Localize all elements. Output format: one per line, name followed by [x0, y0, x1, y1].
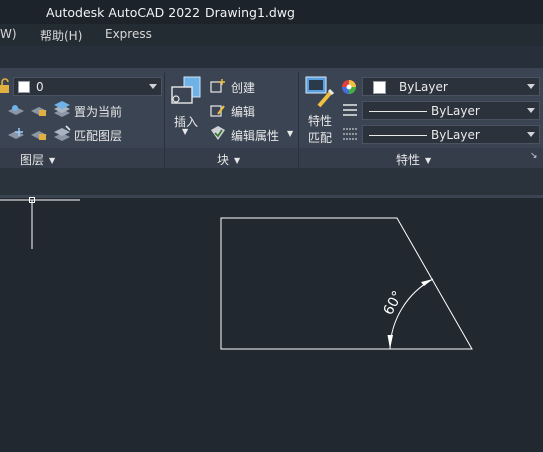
insert-block-icon[interactable]	[170, 75, 204, 109]
caret-down-icon: ▼	[234, 156, 241, 165]
lineweight-preview	[369, 135, 427, 136]
layer-color-swatch	[18, 81, 30, 93]
title-bar: Autodesk AutoCAD 2022 Drawing1.dwg	[0, 0, 543, 24]
lineweight-icon	[343, 128, 357, 140]
app-title: Autodesk AutoCAD 2022	[46, 5, 201, 20]
menu-bar: W) 帮助(H) Express	[0, 24, 543, 46]
linetype-preview	[369, 111, 427, 112]
linetype-value: ByLayer	[431, 104, 480, 118]
edit-attributes-button[interactable]: 编辑属性	[231, 127, 279, 144]
lineweight-dropdown[interactable]: ByLayer	[362, 125, 540, 144]
caret-down-icon: ▼	[49, 156, 56, 165]
chevron-down-icon	[527, 84, 535, 89]
chevron-down-icon	[527, 108, 535, 113]
properties-panel-title[interactable]: 特性 ▼	[396, 151, 431, 168]
color-dropdown[interactable]: ByLayer	[362, 77, 540, 96]
panel-separator	[298, 72, 299, 168]
color-value: ByLayer	[399, 80, 448, 94]
edit-attributes-caret-icon[interactable]: ▼	[287, 129, 293, 138]
set-current-layer-icon[interactable]	[53, 101, 71, 118]
create-block-icon[interactable]	[210, 78, 226, 94]
layer-unlock-icon[interactable]	[30, 126, 48, 142]
layer-lock-icon	[0, 78, 9, 93]
block-panel-title-text: 块	[217, 153, 230, 167]
drawing-geometry: 60°	[0, 197, 473, 350]
caret-down-icon: ▼	[425, 156, 432, 165]
properties-panel-title-text: 特性	[396, 153, 421, 167]
layer-freeze-icon[interactable]	[7, 126, 25, 142]
layers-panel-title[interactable]: 图层 ▼	[20, 151, 55, 168]
color-swatch	[373, 81, 386, 94]
angle-dimension-text: 60°	[381, 288, 407, 317]
linetype-icon	[343, 104, 357, 116]
dimension-arrow-bottom	[387, 335, 393, 349]
menu-item-window[interactable]: W)	[0, 27, 17, 41]
edit-block-icon[interactable]	[210, 102, 226, 118]
match-properties-icon[interactable]	[305, 76, 335, 108]
set-current-layer-button[interactable]: 置为当前	[74, 103, 122, 120]
layer-isolate-icon[interactable]	[7, 102, 25, 118]
menu-item-express[interactable]: Express	[105, 27, 152, 41]
create-block-button[interactable]: 创建	[231, 79, 255, 96]
match-properties-label-line1[interactable]: 特性	[308, 112, 332, 129]
block-panel-title[interactable]: 块 ▼	[217, 151, 240, 168]
layer-dropdown[interactable]: 0	[13, 77, 162, 96]
panel-launcher-icon[interactable]: ↘	[530, 151, 538, 161]
ribbon-tab-strip	[0, 46, 543, 68]
match-layer-button[interactable]: 匹配图层	[74, 127, 122, 144]
chevron-down-icon	[527, 132, 535, 137]
trapezoid-shape[interactable]	[220, 217, 473, 350]
insert-caret-icon[interactable]: ▼	[182, 127, 188, 136]
edit-block-button[interactable]: 编辑	[231, 103, 255, 120]
match-layer-icon[interactable]	[53, 125, 71, 142]
chevron-down-icon	[149, 84, 157, 89]
document-title: Drawing1.dwg	[205, 5, 295, 20]
color-wheel-icon[interactable]	[341, 79, 357, 95]
edit-attributes-icon[interactable]	[210, 125, 226, 141]
match-properties-label-line2[interactable]: 匹配	[308, 129, 332, 146]
current-layer-value: 0	[36, 80, 44, 94]
layers-panel-title-text: 图层	[20, 153, 45, 167]
file-tab-strip	[0, 168, 543, 195]
lineweight-value: ByLayer	[431, 128, 480, 142]
panel-separator	[164, 72, 165, 168]
linetype-dropdown[interactable]: ByLayer	[362, 101, 540, 120]
layer-lock-toggle-icon[interactable]	[30, 102, 48, 118]
ribbon-panel-title-bar	[0, 148, 543, 168]
menu-item-help[interactable]: 帮助(H)	[40, 27, 82, 44]
